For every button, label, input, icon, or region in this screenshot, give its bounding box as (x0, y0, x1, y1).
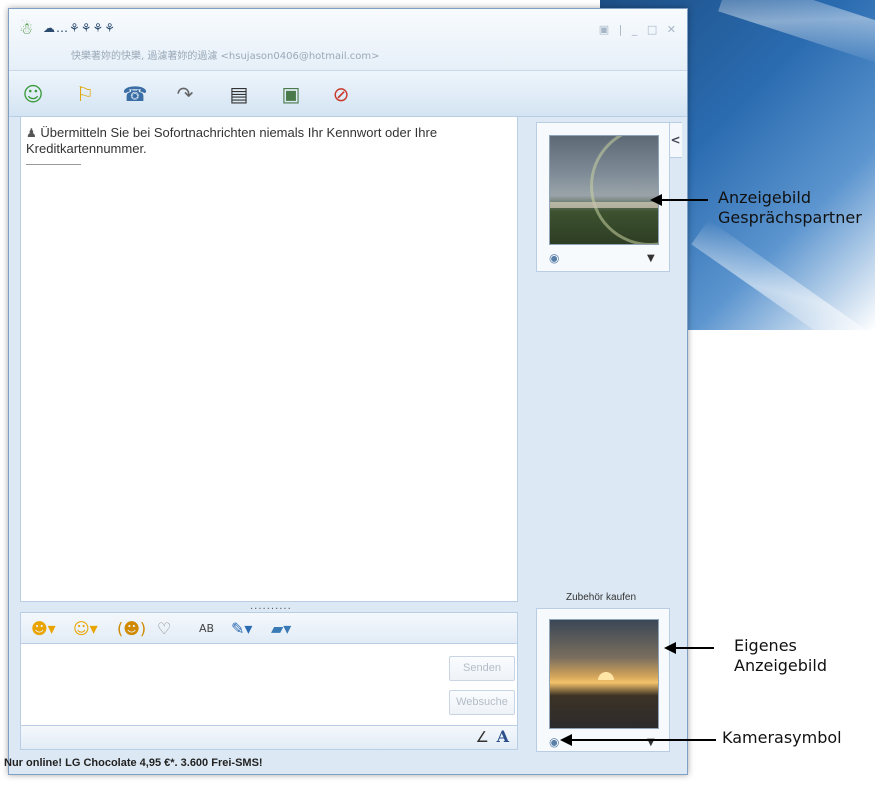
image-icon[interactable]: ▰▾ (271, 618, 291, 640)
voice-clip-icon[interactable]: ♡ (157, 618, 171, 640)
callout-contact-picture: Anzeigebild Gesprächspartner (718, 188, 862, 228)
background-brush-icon[interactable]: ✎▾ (231, 618, 252, 640)
callout-line (570, 739, 716, 741)
handwriting-icon[interactable]: ∠ (476, 728, 489, 746)
callout-line (660, 199, 708, 201)
contact-display-picture[interactable] (549, 135, 659, 245)
collapse-panel-button[interactable]: < (668, 122, 682, 158)
security-warning-text: Übermitteln Sie bei Sofortnachrichten ni… (26, 125, 438, 156)
activities-icon[interactable]: ▣ (277, 81, 305, 107)
horizon-shape (550, 202, 658, 208)
chevron-down-icon[interactable]: ▼ (647, 253, 655, 264)
message-input[interactable]: Senden Websuche (20, 644, 518, 726)
webcam-icon[interactable]: ◉ (549, 251, 559, 265)
desktop-light-streak (691, 219, 875, 371)
callout-own-picture-line2: Anzeigebild (734, 656, 827, 675)
callout-own-picture-line1: Eigenes (734, 636, 797, 655)
share-files-icon[interactable]: ⚐ (71, 81, 99, 107)
contact-status-icon: ☃ (19, 19, 34, 38)
security-warning: ♟ Übermitteln Sie bei Sofortnachrichten … (26, 125, 506, 157)
rainbow-shape (590, 136, 658, 244)
add-contact-icon[interactable]: ☺ (19, 81, 47, 107)
camera-icon[interactable]: ◉ (549, 735, 559, 749)
window-controls[interactable]: ▣ | _ □ ✕ (599, 23, 679, 36)
ad-status-bar[interactable]: Nur online! LG Chocolate 4,95 €*. 3.600 … (0, 756, 875, 770)
sunset-shape (598, 672, 614, 680)
callout-line (674, 647, 714, 649)
action-toolbar: ☺ ⚐ ☎ ↷ ▤ ▣ ⊘ (9, 71, 687, 117)
phone-icon[interactable]: ↷ (171, 81, 199, 107)
contact-personal-message: 快樂著妳的快樂, 過濾著妳的過濾 <hsujason0406@hotmail.c… (71, 51, 380, 62)
nudge-icon[interactable]: (☻) (117, 618, 146, 640)
font-icon[interactable]: A (497, 727, 509, 746)
input-mode-bar: ∠ A (20, 726, 518, 750)
format-toolbar: ☻▾ ☺▾ (☻) ♡ AB ✎▾ ▰▾ (20, 612, 518, 644)
buy-accessories-link[interactable]: Zubehör kaufen (566, 592, 636, 603)
callout-contact-picture-line2: Gesprächspartner (718, 208, 862, 227)
send-button[interactable]: Senden (449, 656, 515, 681)
wink-icon[interactable]: ☺▾ (73, 618, 98, 640)
own-display-picture[interactable] (549, 619, 659, 729)
conversation-history[interactable]: ♟ Übermitteln Sie bei Sofortnachrichten … (20, 116, 518, 602)
contact-name: ☁…⚘⚘⚘⚘ (43, 21, 117, 35)
font-style-icon[interactable]: AB (199, 618, 214, 640)
title-bar[interactable]: ☃ ☁…⚘⚘⚘⚘ 快樂著妳的快樂, 過濾著妳的過濾 <hsujason0406@… (9, 9, 687, 71)
desktop-light-streak (718, 0, 875, 67)
own-display-picture-frame: ◉ ▼ (536, 608, 670, 752)
callout-own-picture: Eigenes Anzeigebild (734, 636, 827, 676)
web-search-button[interactable]: Websuche (449, 690, 515, 715)
video-icon[interactable]: ▤ (225, 81, 253, 107)
person-icon: ♟ (26, 126, 37, 140)
block-icon[interactable]: ⊘ (327, 81, 355, 107)
call-icon[interactable]: ☎ (121, 81, 149, 107)
emoticon-icon[interactable]: ☻▾ (31, 618, 56, 640)
callout-camera: Kamerasymbol (722, 728, 842, 747)
message-divider (26, 164, 81, 165)
callout-contact-picture-line1: Anzeigebild (718, 188, 811, 207)
